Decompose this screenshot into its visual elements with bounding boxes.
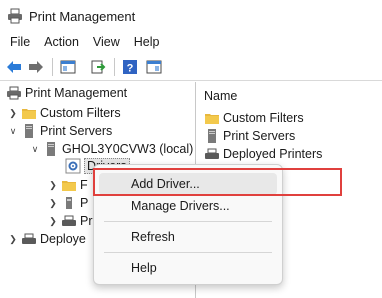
tree-node-deployed-printers[interactable]: ❯ Deploye [8, 230, 86, 248]
menu-item-label: Refresh [131, 230, 175, 244]
toolbar-separator [52, 58, 53, 76]
menu-item-label: Help [131, 261, 157, 275]
menu-item-label: Add Driver... [131, 177, 200, 191]
tree-label: GHOL3Y0CVW3 (local) [62, 142, 194, 156]
help-icon[interactable]: ? [120, 57, 140, 77]
tree-node-print-management[interactable]: Print Management [6, 84, 127, 102]
printer-icon [21, 231, 37, 247]
tree-node-printers[interactable]: ❯ Pr [48, 212, 93, 230]
menu-item-label: Manage Drivers... [131, 199, 230, 213]
tree-label: F [80, 178, 88, 192]
list-item-label: Deployed Printers [223, 147, 323, 161]
menu-bar: File Action View Help [0, 32, 382, 52]
menu-item-add-driver[interactable]: Add Driver... [99, 173, 277, 195]
export-list-icon[interactable] [88, 57, 108, 77]
tree-label: Print Servers [40, 124, 113, 138]
tree-label: Print Management [25, 86, 128, 100]
tree-label: Custom Filters [40, 106, 121, 120]
tree-label: P [80, 196, 89, 210]
chevron-right-icon[interactable]: ❯ [48, 212, 58, 230]
menu-item-refresh[interactable]: Refresh [99, 226, 277, 248]
show-hide-action-pane-icon[interactable] [144, 57, 164, 77]
chevron-right-icon[interactable]: ❯ [8, 230, 18, 248]
tree-label: Deploye [40, 232, 86, 246]
tree-node-custom-filters[interactable]: ❯ Custom Filters [8, 104, 121, 122]
menu-item-help[interactable]: Help [99, 257, 277, 279]
printer-app-icon [7, 8, 23, 24]
server-icon [43, 141, 59, 157]
list-item-label: Custom Filters [223, 111, 304, 125]
list-item[interactable]: Custom Filters [204, 109, 304, 127]
title-bar: Print Management [0, 0, 382, 32]
chevron-right-icon[interactable]: ❯ [48, 176, 58, 194]
port-icon [61, 195, 77, 211]
context-menu: Add Driver... Manage Drivers... Refresh … [93, 164, 283, 285]
drivers-gear-icon [65, 158, 81, 174]
toolbar: ? [0, 53, 382, 81]
menu-item-manage-drivers[interactable]: Manage Drivers... [99, 195, 277, 217]
list-item-label: Print Servers [223, 129, 296, 143]
server-icon [21, 123, 37, 139]
toolbar-separator [114, 58, 115, 76]
menu-help[interactable]: Help [127, 32, 167, 52]
print-management-icon [6, 85, 22, 101]
tree-node-server[interactable]: ∨ GHOL3Y0CVW3 (local) [30, 140, 193, 158]
chevron-down-icon[interactable]: ∨ [30, 140, 40, 158]
svg-text:?: ? [127, 63, 134, 75]
menu-file[interactable]: File [0, 32, 37, 52]
chevron-right-icon[interactable]: ❯ [48, 194, 58, 212]
printer-icon [204, 146, 220, 162]
folder-icon [204, 110, 220, 126]
menu-separator [104, 252, 272, 253]
tree-node-print-servers[interactable]: ∨ Print Servers [8, 122, 112, 140]
list-item[interactable]: Deployed Printers [204, 145, 322, 163]
menu-separator [104, 221, 272, 222]
forward-arrow-icon[interactable] [26, 57, 46, 77]
column-header-name[interactable]: Name [204, 89, 237, 103]
folder-icon [21, 105, 37, 121]
window-title: Print Management [29, 9, 136, 24]
server-icon [204, 128, 220, 144]
show-hide-console-tree-icon[interactable] [58, 57, 78, 77]
tree-node-ports[interactable]: ❯ P [48, 194, 88, 212]
chevron-down-icon[interactable]: ∨ [8, 122, 18, 140]
list-item[interactable]: Print Servers [204, 127, 295, 145]
folder-icon [61, 177, 77, 193]
menu-action[interactable]: Action [37, 32, 86, 52]
back-arrow-icon[interactable] [4, 57, 24, 77]
tree-label: Pr [80, 214, 93, 228]
chevron-right-icon[interactable]: ❯ [8, 104, 18, 122]
menu-view[interactable]: View [86, 32, 127, 52]
printer-icon [61, 213, 77, 229]
tree-node-forms[interactable]: ❯ F [48, 176, 88, 194]
